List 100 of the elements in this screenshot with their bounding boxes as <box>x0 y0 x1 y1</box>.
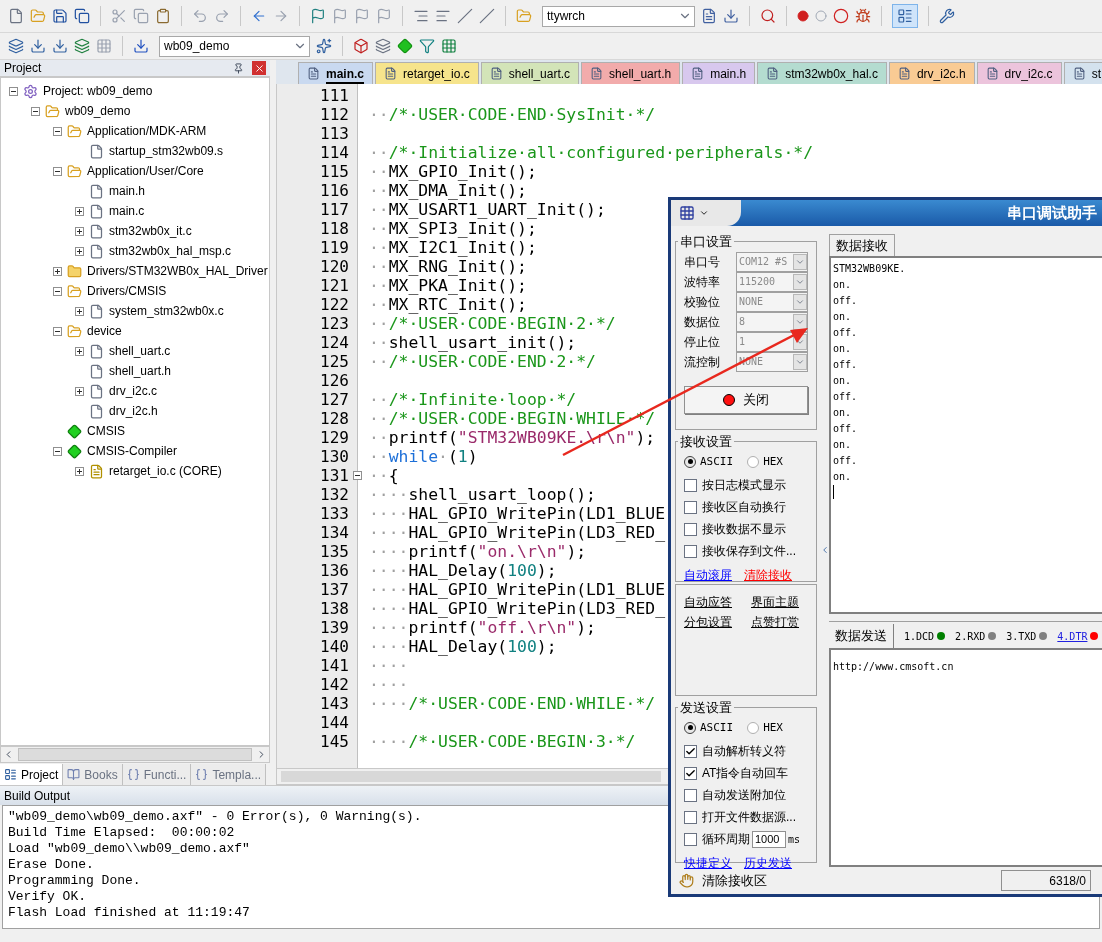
tree-item[interactable]: Project: wb09_demo <box>43 82 153 100</box>
tree-item[interactable]: CMSIS <box>87 422 125 440</box>
file-tab[interactable]: drv_i2c.c <box>976 62 1062 84</box>
file-tab[interactable]: retarget_io.c <box>375 62 479 84</box>
cube-icon[interactable] <box>353 38 369 54</box>
save-icon[interactable] <box>52 8 68 24</box>
expand-toggle[interactable] <box>75 346 84 356</box>
close-port-button[interactable]: 关闭 <box>684 385 808 414</box>
target-select[interactable]: wb09_demo <box>159 35 310 57</box>
scrollbar-thumb[interactable] <box>281 771 661 782</box>
checkbox[interactable]: 接收数据不显示 <box>684 520 808 538</box>
tree-item[interactable]: shell_uart.c <box>109 342 171 360</box>
app-icon[interactable] <box>679 205 695 221</box>
arrow-icon[interactable] <box>723 8 739 24</box>
expand-toggle[interactable] <box>75 246 84 256</box>
caret-icon[interactable] <box>699 208 709 218</box>
tree-item[interactable]: Application/MDK-ARM <box>87 122 207 140</box>
new-file-icon[interactable] <box>8 8 24 24</box>
expand-toggle[interactable] <box>9 86 18 96</box>
tree-item[interactable]: stm32wb0x_it.c <box>109 222 192 240</box>
file-tab[interactable]: st <box>1063 62 1102 84</box>
checkbox[interactable]: 按日志模式显示 <box>684 476 808 494</box>
close-button[interactable] <box>252 61 266 75</box>
tree-item[interactable]: CMSIS-Compiler <box>87 442 177 460</box>
outdent-icon[interactable] <box>435 8 451 24</box>
expand-toggle[interactable] <box>31 106 40 116</box>
radio-button[interactable] <box>747 721 760 734</box>
scrollbar-thumb[interactable] <box>18 748 252 761</box>
link[interactable]: 历史发送 <box>744 854 792 872</box>
file-tab[interactable]: shell_uart.c <box>480 62 580 84</box>
panel-tab[interactable]: Books <box>63 764 123 785</box>
tree-item[interactable]: Application/User/Core <box>87 162 204 180</box>
layers-icon[interactable] <box>74 38 90 54</box>
expand-toggle[interactable] <box>53 126 62 136</box>
circles-icon[interactable] <box>833 8 849 24</box>
tree-item[interactable]: system_stm32wb0x.c <box>109 302 224 320</box>
indent-icon[interactable] <box>413 8 429 24</box>
tab[interactable]: 数据接收 <box>829 234 895 256</box>
checkbox[interactable]: 接收区自动换行 <box>684 498 808 516</box>
send-area[interactable]: http://www.cmsoft.cn <box>829 648 1102 867</box>
panel-tab[interactable]: Functi... <box>122 764 192 785</box>
tree-item[interactable]: startup_stm32wb09.s <box>109 142 224 160</box>
expand-toggle[interactable] <box>53 266 62 276</box>
file-tab[interactable]: stm32wb0x_hal.c <box>757 62 887 84</box>
receive-area[interactable]: STM32WB09KE. on. off. on. off. on. off. on. off. on. off. on. off. on. <box>829 256 1102 614</box>
file-tab[interactable]: main.c <box>298 62 373 84</box>
diamond-icon[interactable] <box>397 38 413 54</box>
expand-toggle[interactable] <box>75 306 84 316</box>
download-icon[interactable] <box>52 38 68 54</box>
back-arrow-icon[interactable] <box>251 8 267 24</box>
radio-button[interactable] <box>684 721 696 734</box>
tree-item[interactable]: shell_uart.h <box>109 362 172 380</box>
hand-icon[interactable] <box>679 873 694 888</box>
file-tab[interactable]: main.h <box>682 62 756 84</box>
download-icon[interactable] <box>30 38 46 54</box>
breakpoint-icon[interactable] <box>797 10 809 22</box>
layers-icon[interactable] <box>8 38 24 54</box>
file-tab[interactable]: shell_uart.h <box>581 62 681 84</box>
funnel-icon[interactable] <box>419 38 435 54</box>
load-icon[interactable] <box>133 38 149 54</box>
link[interactable]: 分包设置 <box>684 613 741 631</box>
tree-item[interactable]: device <box>87 322 122 340</box>
panel-tab[interactable]: Templa... <box>191 764 267 785</box>
expand-toggle[interactable] <box>75 226 84 236</box>
radio-button[interactable] <box>747 455 760 468</box>
checkbox[interactable]: AT指令自动回车 <box>684 764 808 782</box>
stack-icon[interactable] <box>375 38 391 54</box>
checkbox[interactable]: 自动解析转义符 <box>684 742 808 760</box>
tree-item[interactable]: main.h <box>109 182 146 200</box>
tree-item[interactable]: main.c <box>109 202 145 220</box>
checkbox[interactable]: 接收保存到文件... <box>684 542 808 560</box>
grid-icon[interactable] <box>441 38 457 54</box>
document-icon[interactable] <box>701 8 717 24</box>
tree-item[interactable]: Drivers/STM32WB0x_HAL_Driver <box>87 262 268 280</box>
checkbox[interactable]: 打开文件数据源... <box>684 808 808 826</box>
expand-toggle[interactable] <box>53 326 62 336</box>
paste-icon[interactable] <box>155 8 171 24</box>
link[interactable]: 点赞打赏 <box>751 613 808 631</box>
magic-wand-icon[interactable] <box>316 38 332 54</box>
wrench-icon[interactable] <box>939 8 955 24</box>
flag-icon[interactable] <box>310 8 326 24</box>
file-tab[interactable]: drv_i2c.h <box>888 62 975 84</box>
tree-item[interactable]: stm32wb0x_hal_msp.c <box>109 242 232 260</box>
window-icon[interactable] <box>897 8 913 24</box>
tree-item[interactable]: wb09_demo <box>65 102 131 120</box>
link[interactable]: 快捷定义 <box>684 854 732 872</box>
radio-button[interactable] <box>684 455 696 468</box>
link[interactable]: 自动应答 <box>684 593 741 611</box>
expand-toggle[interactable] <box>75 206 84 216</box>
find-field[interactable]: ttywrch <box>542 5 695 27</box>
tree-item[interactable]: drv_i2c.h <box>109 402 158 420</box>
save-all-icon[interactable] <box>74 8 90 24</box>
expand-toggle[interactable] <box>53 286 62 296</box>
search-icon[interactable] <box>760 8 776 24</box>
bug-icon[interactable] <box>855 8 871 24</box>
tree-item[interactable]: Drivers/CMSIS <box>87 282 167 300</box>
input-field[interactable]: 1000 <box>752 830 786 848</box>
fold-toggle[interactable] <box>353 471 362 480</box>
checkbox[interactable]: 自动发送附加位 <box>684 786 808 804</box>
link[interactable]: 自动滚屏 <box>684 566 732 584</box>
